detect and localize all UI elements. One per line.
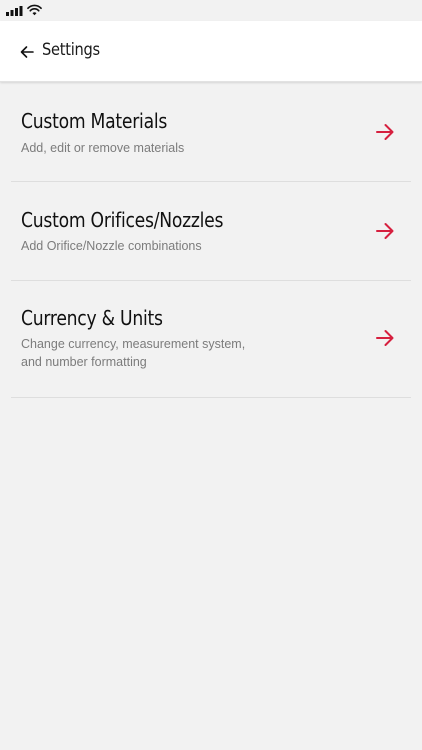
settings-item-custom-orifices-nozzles[interactable]: Custom Orifices/Nozzles Add Orifice/Nozz… (11, 182, 411, 281)
arrow-right-icon (376, 223, 394, 239)
page-title: Settings (42, 40, 100, 60)
arrow-right-icon (376, 124, 394, 140)
settings-item-currency-units[interactable]: Currency & Units Change currency, measur… (11, 281, 411, 398)
back-button[interactable] (14, 39, 40, 65)
status-bar (0, 0, 422, 21)
settings-item-subtitle: Add, edit or remove materials (21, 141, 185, 155)
app-bar: Settings (0, 21, 422, 82)
arrow-right-icon (376, 330, 394, 346)
wifi-icon (27, 4, 42, 16)
arrow-left-icon (20, 46, 34, 58)
settings-item-subtitle: Change currency, measurement system, and… (21, 337, 246, 369)
settings-item-title: Custom Materials (21, 109, 168, 133)
signal-icon (6, 6, 23, 16)
settings-item-subtitle: Add Orifice/Nozzle combinations (21, 239, 202, 253)
settings-list: Custom Materials Add, edit or remove mat… (0, 82, 422, 398)
settings-item-title: Currency & Units (21, 306, 163, 330)
settings-item-custom-materials[interactable]: Custom Materials Add, edit or remove mat… (11, 82, 411, 182)
settings-item-title: Custom Orifices/Nozzles (21, 208, 224, 232)
